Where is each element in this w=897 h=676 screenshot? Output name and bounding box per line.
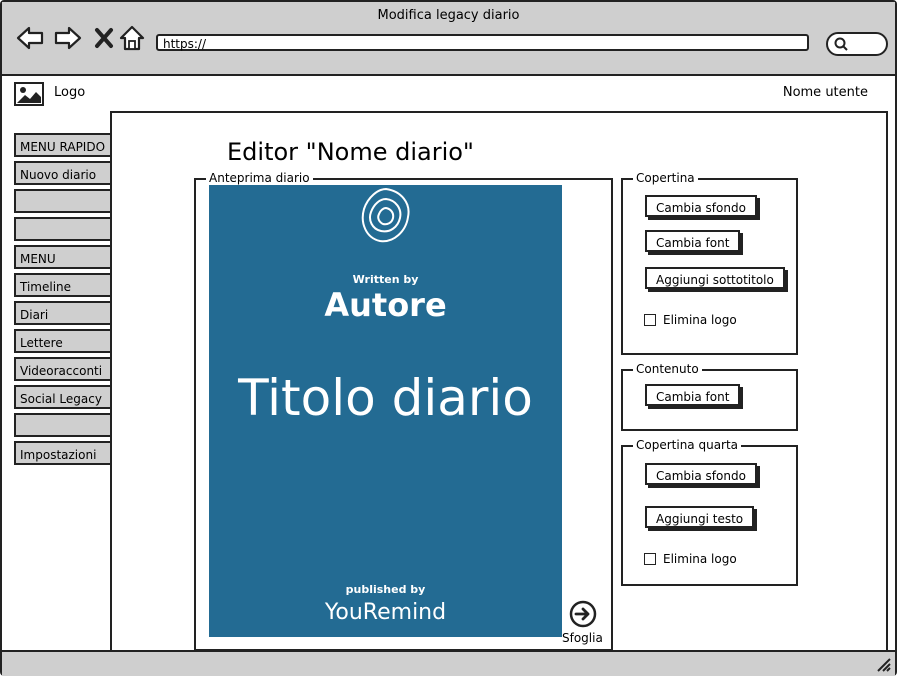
sidebar-menu-header: MENU — [14, 245, 110, 269]
add-text-button[interactable]: Aggiungi testo — [645, 506, 755, 528]
add-subtitle-button[interactable]: Aggiungi sottotitolo — [645, 267, 785, 289]
sidebar-item-lettere[interactable]: Lettere — [14, 329, 110, 353]
panel-contenuto-legend: Contenuto — [633, 362, 702, 376]
browser-window: Modifica legacy diario https:// Logo Nom… — [0, 0, 897, 676]
panel-copertina-quarta-legend: Copertina quarta — [633, 438, 742, 452]
logo-label: Logo — [54, 85, 86, 100]
change-background-button[interactable]: Cambia sfondo — [645, 195, 757, 217]
content-change-font-button[interactable]: Cambia font — [645, 384, 741, 406]
back-cover-remove-logo-label: Elimina logo — [663, 552, 737, 566]
youremind-logo-icon — [361, 187, 410, 243]
arrow-right-circle-icon[interactable] — [569, 600, 597, 628]
title-bar: Modifica legacy diario https:// — [2, 2, 895, 76]
user-name[interactable]: Nome utente — [783, 85, 868, 100]
sidebar-item-videoracconti[interactable]: Videoracconti — [14, 357, 110, 381]
back-cover-change-background-button[interactable]: Cambia sfondo — [645, 463, 757, 485]
back-arrow-icon[interactable] — [16, 24, 44, 52]
sidebar-item-diari[interactable]: Diari — [14, 301, 110, 325]
resize-grip-icon[interactable] — [875, 656, 891, 672]
url-bar[interactable]: https:// — [156, 34, 809, 51]
status-bar — [2, 650, 895, 676]
browse-label[interactable]: Sfoglia — [562, 631, 603, 645]
cover-written-by: Written by — [352, 273, 419, 286]
sidebar-item-timeline[interactable]: Timeline — [14, 273, 110, 297]
sidebar-item-empty[interactable] — [14, 413, 110, 437]
search-icon — [834, 37, 848, 51]
panel-copertina-legend: Copertina — [633, 171, 698, 185]
change-font-button[interactable]: Cambia font — [645, 230, 741, 252]
diary-cover-preview: Written by Autore Titolo diario publishe… — [209, 185, 562, 637]
stop-icon[interactable] — [92, 24, 120, 52]
search-field[interactable] — [826, 32, 888, 56]
forward-arrow-icon[interactable] — [54, 24, 82, 52]
cover-title: Titolo diario — [238, 369, 533, 427]
sidebar-quick-menu-header: MENU RAPIDO — [14, 133, 110, 157]
preview-legend: Anteprima diario — [206, 171, 313, 185]
home-icon[interactable] — [119, 24, 147, 52]
cover-author: Autore — [324, 286, 447, 324]
remove-logo-label: Elimina logo — [663, 313, 737, 327]
page-title: Editor "Nome diario" — [227, 138, 474, 166]
cover-published-by: published by — [345, 583, 426, 596]
sidebar-item-empty[interactable] — [14, 189, 110, 213]
sidebar-item-empty[interactable] — [14, 217, 110, 241]
back-cover-remove-logo-checkbox[interactable] — [644, 553, 656, 565]
cover-brand: YouRemind — [324, 600, 447, 625]
sidebar-item-social-legacy[interactable]: Social Legacy — [14, 385, 110, 409]
window-title: Modifica legacy diario — [377, 8, 520, 23]
sidebar-item-nuovo-diario[interactable]: Nuovo diario — [14, 161, 110, 185]
remove-logo-checkbox[interactable] — [644, 314, 656, 326]
image-icon — [14, 82, 44, 106]
sidebar-item-impostazioni[interactable]: Impostazioni — [14, 441, 110, 465]
